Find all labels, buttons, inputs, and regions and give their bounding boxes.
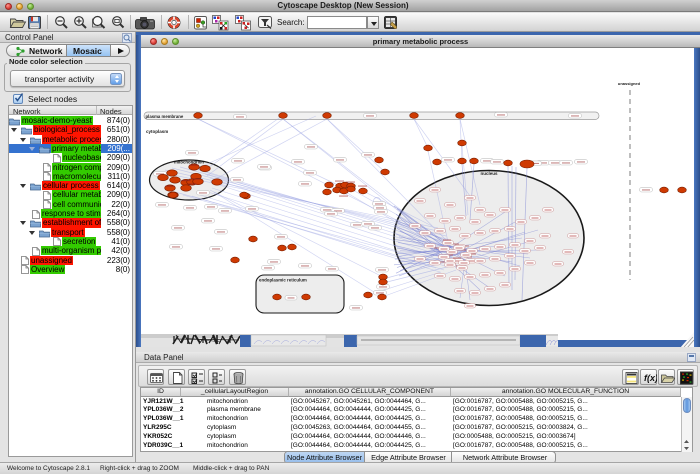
svg-text:cytoplasm: cytoplasm [146, 129, 168, 134]
svg-text:unassigned: unassigned [618, 81, 641, 86]
svg-text:mitochondrion: mitochondrion [174, 160, 204, 165]
svg-text:f(x): f(x) [644, 373, 657, 383]
svg-text:nucleus: nucleus [480, 171, 498, 176]
svg-text:plasma membrane: plasma membrane [146, 114, 184, 119]
svg-text:endoplasmic reticulum: endoplasmic reticulum [259, 278, 307, 283]
